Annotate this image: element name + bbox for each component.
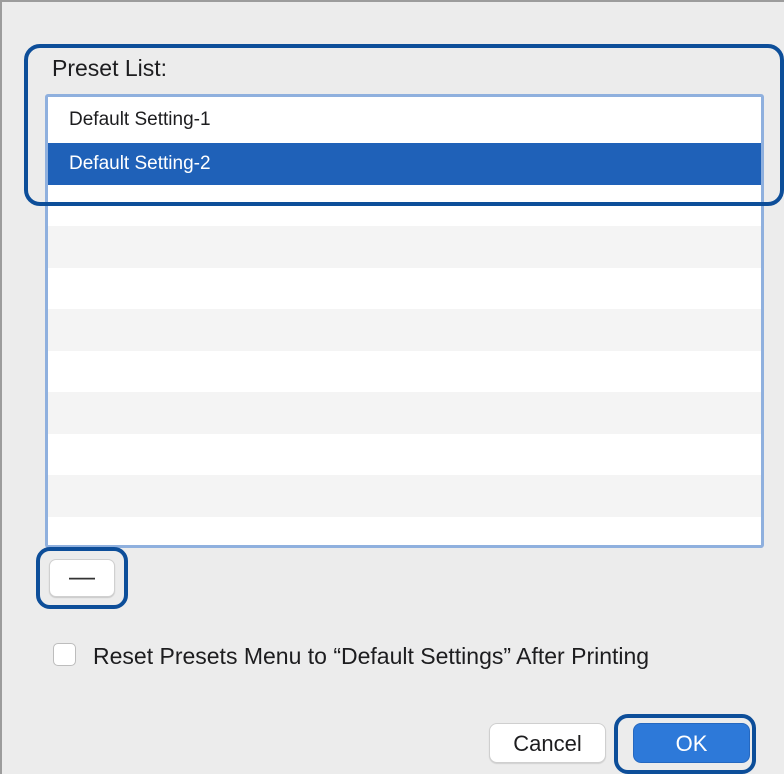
- empty-row: [48, 434, 761, 476]
- empty-row: [48, 309, 761, 351]
- preset-list[interactable]: Default Setting-1 Default Setting-2: [45, 94, 764, 548]
- ok-button[interactable]: OK: [633, 723, 750, 763]
- reset-presets-checkbox-label[interactable]: Reset Presets Menu to “Default Settings”…: [93, 643, 649, 670]
- empty-row: [48, 268, 761, 310]
- remove-preset-button[interactable]: —: [49, 559, 115, 597]
- empty-row: [48, 351, 761, 393]
- preset-dialog: Preset List: Default Setting-1 Default S…: [0, 0, 784, 774]
- preset-list-item-selected[interactable]: Default Setting-2: [48, 143, 761, 185]
- preset-list-label: Preset List:: [52, 55, 168, 81]
- reset-presets-checkbox[interactable]: [53, 643, 76, 666]
- empty-row: [48, 517, 761, 546]
- empty-row: [48, 392, 761, 434]
- preset-list-item[interactable]: Default Setting-1: [48, 97, 761, 143]
- empty-row: [48, 226, 761, 268]
- empty-row: [48, 475, 761, 517]
- empty-row: [48, 185, 761, 227]
- cancel-button[interactable]: Cancel: [489, 723, 606, 763]
